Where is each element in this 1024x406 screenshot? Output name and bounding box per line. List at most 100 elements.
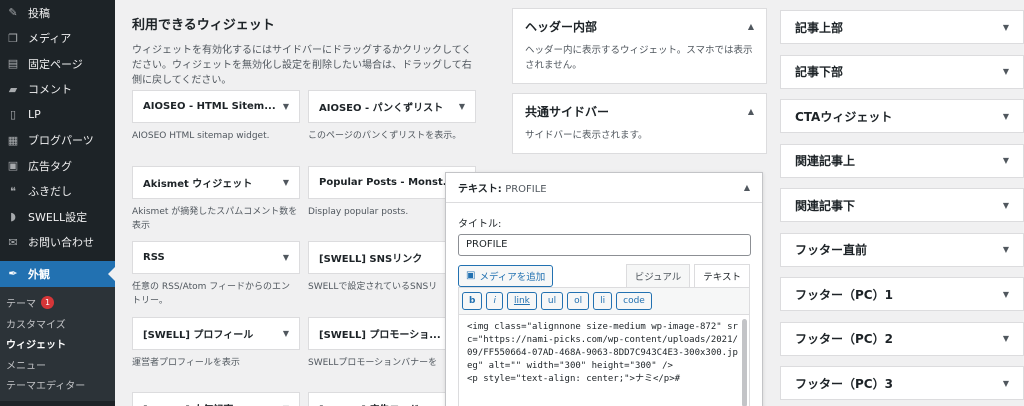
widget-area-right-0[interactable]: 記事上部 ▼	[780, 10, 1024, 44]
sidebar-item-9[interactable]: ✉ お問い合わせ	[0, 230, 115, 256]
expand-down-icon[interactable]: ▼	[1003, 379, 1009, 388]
collapse-up-icon[interactable]: ▲	[748, 107, 754, 116]
expand-down-icon[interactable]: ▼	[1003, 201, 1009, 210]
sidebar-item-7[interactable]: ❝ ふきだし	[0, 179, 115, 205]
sidebar-item-1[interactable]: ❐ メディア	[0, 26, 115, 52]
widget-title: [SWELL] SNSリンク	[319, 254, 423, 265]
quicktags-toolbar: b i link ul ol li code	[458, 286, 750, 315]
area-title: 共通サイドバー	[525, 104, 610, 119]
submenu-item-4[interactable]: テーマエディター	[0, 375, 115, 396]
widget-title-bar[interactable]: AIOSEO - パンくずリスト ▼	[308, 90, 476, 123]
quicktag-ol-button[interactable]: ol	[567, 291, 590, 310]
text-widget-editor[interactable]: テキスト: PROFILE ▲ タイトル: ▣メディアを追加 ビジュアル テキス…	[445, 172, 763, 406]
sidebar-item-label: 投稿	[28, 6, 50, 20]
sidebar-item-4[interactable]: ▯ LP	[0, 102, 115, 128]
sidebar-item-5[interactable]: ▦ ブログパーツ	[0, 128, 115, 154]
expand-down-icon[interactable]: ▼	[1003, 290, 1009, 299]
expand-down-icon[interactable]: ▼	[283, 329, 289, 338]
widget-area-right-3[interactable]: 関連記事上 ▼	[780, 143, 1024, 178]
widget-title-bar[interactable]: Akismet ウィジェット ▼	[132, 165, 300, 199]
quicktag-code-button[interactable]: code	[616, 291, 652, 310]
code-textarea[interactable]: <img class="alignnone size-medium wp-ima…	[458, 314, 750, 406]
widget-title: Akismet ウィジェット	[143, 178, 253, 190]
area-header-inner[interactable]: ヘッダー内部 ▲ ヘッダー内に表示するウィジェット。スマホでは表示されません。	[512, 8, 767, 84]
scrollbar[interactable]	[742, 318, 747, 406]
available-widget[interactable]: [SWELL] プロフィール ▼ 運営者プロフィールを表示	[132, 316, 300, 370]
submenu-item-1[interactable]: カスタマイズ	[0, 313, 115, 334]
available-widgets: 利用できるウィジェット ウィジェットを有効化するにはサイドバーにドラッグするかク…	[132, 0, 492, 406]
sidebar-item-appearance[interactable]: ✒ 外観	[0, 261, 115, 287]
expand-down-icon[interactable]: ▼	[1003, 23, 1009, 32]
blocks-icon: ▦	[7, 133, 19, 147]
available-widget[interactable]: Akismet ウィジェット ▼ Akismet が摘発したスパムコメント数を表示	[132, 165, 300, 233]
available-widget[interactable]: AIOSEO - パンくずリスト ▼ このページのパンくずリストを表示。	[308, 90, 476, 143]
widget-area-right-5[interactable]: フッター直前 ▼	[780, 232, 1024, 267]
appearance-submenu: テーマ 1 カスタマイズ ウィジェット メニュー テーマエディター	[0, 286, 115, 401]
area-title: 関連記事下	[795, 198, 856, 213]
widget-title: [SWELL] プロモーショ...	[319, 329, 441, 341]
lp-icon: ▯	[9, 108, 17, 122]
sidebar-item-label: メディア	[28, 32, 72, 46]
available-widget[interactable]: AIOSEO - HTML Sitem... ▼ AIOSEO HTML sitem…	[132, 90, 300, 143]
title-label: タイトル:	[458, 219, 502, 230]
expand-down-icon[interactable]: ▼	[283, 102, 289, 111]
admin-sidebar: ✎ 投稿 ❐ メディア ▤ 固定ページ ▰ コメント ▯ LP ▦ ブログパーツ…	[0, 0, 115, 406]
widget-title: AIOSEO - パンくずリスト	[319, 103, 444, 114]
title-input[interactable]	[458, 233, 751, 256]
editor-header[interactable]: テキスト: PROFILE ▲	[446, 173, 762, 203]
sidebar-item-label: ブログパーツ	[28, 134, 94, 148]
available-widget[interactable]: [SWELL] 人気記事▼	[132, 392, 300, 406]
tab-visual[interactable]: ビジュアル	[625, 263, 691, 287]
expand-down-icon[interactable]: ▼	[1003, 112, 1009, 121]
widget-area-right-2[interactable]: CTAウィジェット ▼	[780, 99, 1024, 133]
swell-icon: ◗	[10, 210, 16, 224]
expand-down-icon[interactable]: ▼	[459, 102, 465, 111]
widget-area-right-6[interactable]: フッター（PC）1 ▼	[780, 277, 1024, 311]
collapse-up-icon[interactable]: ▲	[748, 22, 754, 31]
available-widgets-description: ウィジェットを有効化するにはサイドバーにドラッグするかクリックしてください。ウィ…	[132, 45, 472, 86]
widget-title-bar[interactable]: AIOSEO - HTML Sitem... ▼	[132, 90, 300, 123]
widget-title-bar[interactable]: [SWELL] プロフィール ▼	[132, 316, 300, 350]
expand-down-icon[interactable]: ▼	[1003, 156, 1009, 165]
widget-description: 運営者プロフィールを表示	[132, 357, 240, 368]
collapse-up-icon[interactable]: ▲	[744, 183, 750, 192]
expand-down-icon[interactable]: ▼	[1003, 67, 1009, 76]
quicktag-link-button[interactable]: link	[506, 291, 537, 310]
widget-title-bar[interactable]: RSS ▼	[132, 241, 300, 274]
widget-area-right-7[interactable]: フッター（PC）2 ▼	[780, 321, 1024, 356]
sidebar-item-0[interactable]: ✎ 投稿	[0, 0, 115, 26]
expand-down-icon[interactable]: ▼	[283, 253, 289, 262]
widget-title: AIOSEO - HTML Sitem...	[143, 101, 276, 112]
area-common-sidebar[interactable]: 共通サイドバー ▲ サイドバーに表示されます。	[512, 93, 767, 154]
widget-area-right-8[interactable]: フッター（PC）3 ▼	[780, 366, 1024, 400]
sidebar-item-6[interactable]: ▣ 広告タグ	[0, 153, 115, 179]
expand-down-icon[interactable]: ▼	[1003, 334, 1009, 343]
add-media-label: メディアを追加	[479, 271, 546, 283]
pin-icon: ✎	[8, 6, 18, 20]
widget-area-right-4[interactable]: 関連記事下 ▼	[780, 188, 1024, 222]
quicktag-li-button[interactable]: li	[593, 291, 613, 310]
submenu-item-0[interactable]: テーマ 1	[0, 293, 115, 314]
widget-description: Akismet が摘発したスパムコメント数を表示	[132, 206, 298, 231]
sidebar-item-2[interactable]: ▤ 固定ページ	[0, 51, 115, 77]
code-content: <img class="alignnone size-medium wp-ima…	[467, 321, 738, 384]
expand-down-icon[interactable]: ▼	[1003, 245, 1009, 254]
update-count-badge: 1	[41, 296, 54, 310]
area-title: フッター（PC）3	[795, 376, 893, 391]
quicktag-ul-button[interactable]: ul	[540, 291, 564, 310]
quicktag-b-button[interactable]: b	[462, 291, 483, 310]
sidebar-item-8[interactable]: ◗ SWELL設定	[0, 204, 115, 230]
sidebar-item-3[interactable]: ▰ コメント	[0, 77, 115, 103]
expand-down-icon[interactable]: ▼	[283, 178, 289, 187]
available-widget[interactable]: RSS ▼ 任意の RSS/Atom フィードからのエントリー。	[132, 241, 300, 308]
quicktag-i-button[interactable]: i	[486, 291, 503, 310]
submenu-item-3[interactable]: メニュー	[0, 354, 115, 375]
add-media-button[interactable]: ▣ メディアを追加	[458, 264, 554, 287]
widget-area-right-1[interactable]: 記事下部 ▼	[780, 54, 1024, 89]
editor-header-label: テキスト:	[458, 184, 502, 195]
widget-title-bar[interactable]: [SWELL] 人気記事▼	[132, 392, 300, 406]
submenu-item-2[interactable]: ウィジェット	[0, 334, 115, 355]
tab-text[interactable]: テキスト	[694, 263, 750, 287]
media-icon: ▣	[466, 270, 476, 281]
widget-areas-right: 記事上部 ▼ 記事下部 ▼ CTAウィジェット ▼ 関連記事上 ▼ 関連記事下 ▼ フッター直前 ▼ フ…	[780, 10, 1024, 406]
